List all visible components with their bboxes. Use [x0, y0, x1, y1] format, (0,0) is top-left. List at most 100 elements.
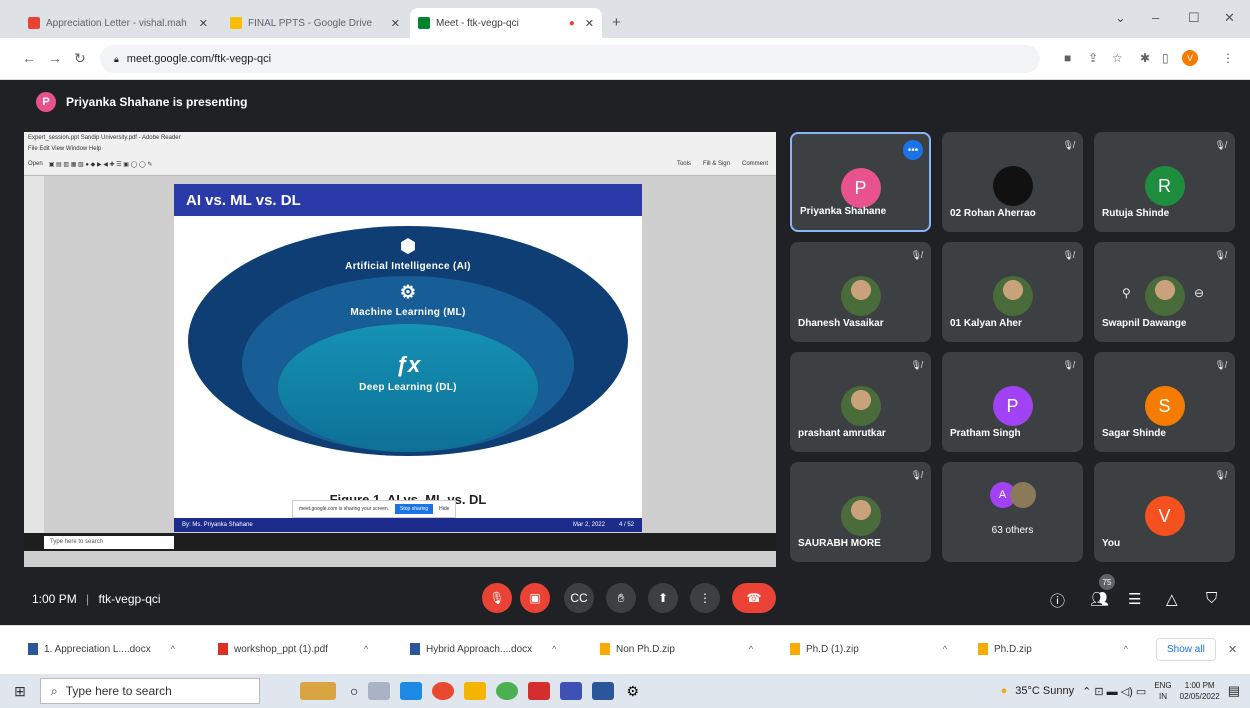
participant-tile[interactable]: 02 Rohan Aherrao 🎙︎̸ — [942, 132, 1083, 232]
participant-tile[interactable]: P Pratham Singh 🎙︎̸ — [942, 352, 1083, 452]
mic-muted-icon: 🎙︎̸ — [1214, 360, 1226, 370]
chevron-up-icon[interactable]: ^ — [943, 644, 947, 654]
participant-name: 01 Kalyan Aher — [950, 318, 1022, 329]
stop-sharing-button[interactable]: Stop sharing — [395, 504, 434, 514]
meet-window: P Priyanka Shahane is presenting Expert_… — [0, 80, 1250, 625]
participant-tile[interactable]: A 63 others — [942, 462, 1083, 562]
notifications-icon[interactable]: ▤ — [1228, 683, 1240, 699]
tray-icons[interactable]: ⌃ ⊡ ▬ ◁) ▭ — [1082, 685, 1146, 698]
tab-label: FINAL PPTS - Google Drive — [248, 17, 373, 29]
participant-tile[interactable]: V You 🎙︎̸ — [1094, 462, 1235, 562]
pin-icon[interactable]: ⚲ — [1122, 286, 1131, 300]
tab-drive[interactable]: FINAL PPTS - Google Drive ✕ — [222, 8, 408, 38]
firefox-icon[interactable] — [432, 682, 455, 700]
chevron-up-icon[interactable]: ^ — [364, 644, 368, 654]
taskbar-search[interactable]: ⌕ Type here to search — [40, 678, 260, 704]
more-options-icon[interactable]: ••• — [903, 140, 923, 160]
reload-icon[interactable]: ↻ — [74, 50, 86, 67]
share-icon[interactable]: ⇪ — [1088, 51, 1098, 65]
maximize-icon[interactable]: ☐ — [1188, 10, 1200, 26]
participant-tile[interactable]: P Priyanka Shahane ••• — [790, 132, 931, 232]
cortana-icon[interactable]: ○ — [350, 683, 358, 699]
people-icon[interactable]: 👥︎ — [1090, 590, 1109, 608]
menu-icon[interactable]: ⋮ — [1222, 51, 1234, 65]
comment-button[interactable]: Comment — [742, 161, 768, 167]
captions-button[interactable]: CC — [564, 583, 594, 613]
participant-tile[interactable]: R Rutuja Shinde 🎙︎̸ — [1094, 132, 1235, 232]
presenting-banner: P Priyanka Shahane is presenting — [36, 92, 247, 112]
weather-text[interactable]: 35°C Sunny — [1015, 685, 1074, 697]
extensions-icon[interactable]: ✱ — [1140, 51, 1150, 65]
minimize-icon[interactable]: – — [1152, 10, 1159, 25]
camera-off-button[interactable]: ▣ — [520, 583, 550, 613]
tab-meet[interactable]: Meet - ftk-vegp-qci ● ✕ — [410, 8, 602, 38]
participant-tile[interactable]: SAURABH MORE 🎙︎̸ — [790, 462, 931, 562]
meet-control-bar: 1:00 PM | ftk-vegp-qci 🎙︎ ▣ CC ✋︎ ⬆ ⋮ ☎︎… — [0, 574, 1250, 624]
acrobat-icon[interactable] — [528, 682, 551, 700]
close-icon[interactable]: ✕ — [199, 17, 208, 30]
raise-hand-button[interactable]: ✋︎ — [606, 583, 636, 613]
download-item[interactable]: Hybrid Approach....docx ^ — [410, 643, 556, 655]
dl-label: Deep Learning (DL) — [359, 382, 457, 393]
download-item[interactable]: Ph.D (1).zip ^ — [790, 643, 947, 655]
participant-name: 02 Rohan Aherrao — [950, 208, 1036, 219]
remove-icon[interactable]: ⊖ — [1194, 286, 1204, 300]
hide-button[interactable]: Hide — [439, 506, 449, 512]
info-icon[interactable]: ⓘ — [1050, 590, 1065, 611]
slide-title: AI vs. ML vs. DL — [174, 184, 642, 216]
download-item[interactable]: Non Ph.D.zip ^ — [600, 643, 753, 655]
profile-avatar[interactable]: V — [1182, 50, 1198, 66]
download-item[interactable]: Ph.D.zip ^ — [978, 643, 1128, 655]
clock[interactable]: 1:00 PM 02/05/2022 — [1180, 680, 1220, 702]
tools-button[interactable]: Tools — [677, 161, 691, 167]
language-indicator[interactable]: ENG IN — [1154, 680, 1171, 702]
close-icon[interactable]: ✕ — [391, 17, 400, 30]
windows-start-icon[interactable]: ⊞ — [0, 683, 40, 700]
url-field[interactable]: 🔒︎ meet.google.com/ftk-vegp-qci — [100, 45, 1040, 73]
news-widget-icon[interactable] — [300, 682, 336, 700]
back-icon[interactable]: ← — [22, 50, 36, 66]
more-options-button[interactable]: ⋮ — [690, 583, 720, 613]
participant-tile[interactable]: Dhanesh Vasaikar 🎙︎̸ — [790, 242, 931, 342]
window-close-icon[interactable]: ✕ — [1224, 10, 1235, 26]
activities-icon[interactable]: △ — [1166, 590, 1178, 608]
download-label: 1. Appreciation L....docx — [44, 643, 151, 655]
app-icon[interactable] — [400, 682, 423, 700]
close-icon[interactable]: ✕ — [585, 17, 594, 30]
new-tab-icon[interactable]: + — [612, 14, 621, 31]
mic-off-button[interactable]: 🎙︎ — [482, 583, 512, 613]
chevron-up-icon[interactable]: ^ — [171, 644, 175, 654]
download-item[interactable]: workshop_ppt (1).pdf ^ — [218, 643, 368, 655]
host-controls-icon[interactable]: ⛉ — [1206, 590, 1217, 607]
settings-icon[interactable]: ⚙ — [626, 683, 639, 700]
chrome-icon[interactable] — [496, 682, 519, 700]
app-icon[interactable] — [560, 682, 583, 700]
star-icon[interactable]: ☆ — [1112, 51, 1123, 65]
close-icon[interactable]: ✕ — [1228, 643, 1237, 656]
fill-sign-button[interactable]: Fill & Sign — [703, 161, 730, 167]
sidepanel-icon[interactable]: ▯ — [1162, 51, 1169, 65]
participant-tile[interactable]: prashant amrutkar 🎙︎̸ — [790, 352, 931, 452]
forward-icon[interactable]: → — [48, 50, 62, 66]
recording-dot-icon: ● — [568, 17, 575, 29]
download-item[interactable]: 1. Appreciation L....docx ^ — [28, 643, 175, 655]
chat-icon[interactable]: ☰ — [1128, 590, 1141, 608]
leave-call-button[interactable]: ☎︎ — [732, 583, 776, 613]
open-button[interactable]: Open — [28, 161, 43, 168]
tab-search-icon[interactable]: ⌄ — [1115, 10, 1126, 26]
avatar — [840, 276, 881, 316]
file-explorer-icon[interactable] — [464, 682, 487, 700]
participant-tile[interactable]: S Sagar Shinde 🎙︎̸ — [1094, 352, 1235, 452]
present-button[interactable]: ⬆ — [648, 583, 678, 613]
tab-gmail[interactable]: Appreciation Letter - vishal.mah ✕ — [20, 8, 216, 38]
task-view-icon[interactable] — [368, 682, 391, 700]
participant-tile[interactable]: Swapnil Dawange 🎙︎̸ ⚲ ⊖ — [1094, 242, 1235, 342]
camera-icon[interactable]: ■ — [1064, 51, 1071, 65]
chevron-up-icon[interactable]: ^ — [749, 644, 753, 654]
word-icon[interactable] — [592, 682, 615, 700]
participant-tile[interactable]: 01 Kalyan Aher 🎙︎̸ — [942, 242, 1083, 342]
show-all-button[interactable]: Show all — [1156, 638, 1216, 661]
windows-taskbar: ⊞ ⌕ Type here to search ○ ⚙ ● 35°C Sunny… — [0, 674, 1250, 708]
chevron-up-icon[interactable]: ^ — [552, 644, 556, 654]
chevron-up-icon[interactable]: ^ — [1124, 644, 1128, 654]
